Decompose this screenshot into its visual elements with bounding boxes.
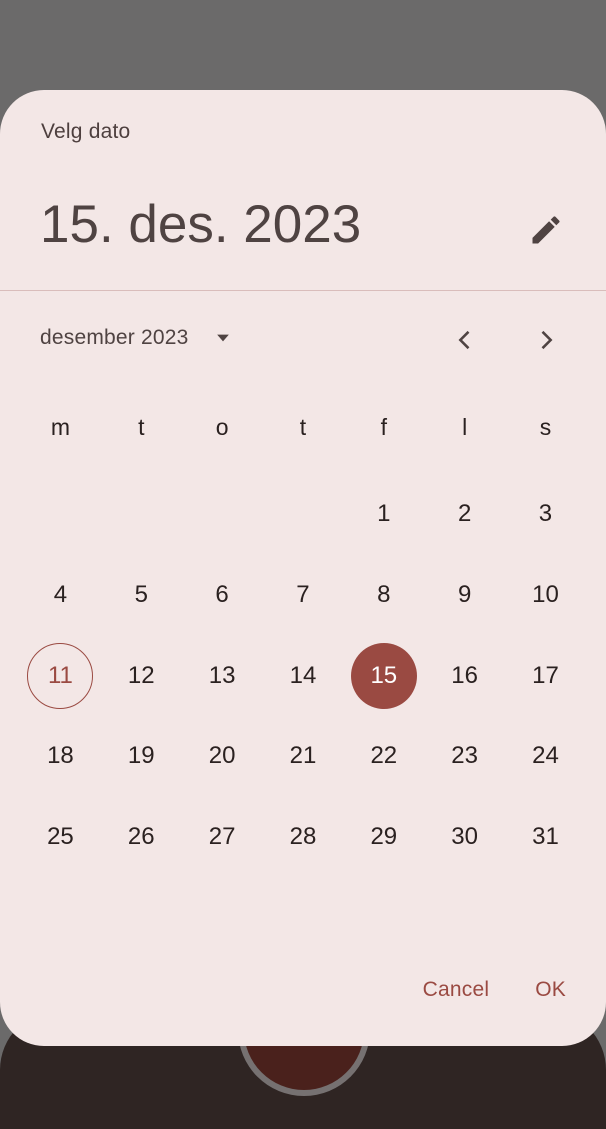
- calendar-cell: [20, 474, 101, 555]
- calendar-day[interactable]: 22: [351, 723, 417, 789]
- calendar-cell: 31: [505, 797, 586, 878]
- calendar-cell: [101, 474, 182, 555]
- calendar-cell: 3: [505, 474, 586, 555]
- calendar-day-grid: 1 2 3 4 5 6 7 8 9 10 11 12 13 14 15 16 17 18 19 20 21 22 23 24 2…: [20, 474, 586, 877]
- calendar-cell: [263, 474, 344, 555]
- calendar-cell: 11: [20, 635, 101, 716]
- calendar-cell: 1: [343, 474, 424, 555]
- calendar-cell: 19: [101, 716, 182, 797]
- pencil-icon: [532, 216, 560, 244]
- calendar-day[interactable]: 25: [27, 804, 93, 870]
- selected-date-headline: 15. des. 2023: [40, 195, 362, 254]
- calendar-day[interactable]: 17: [512, 643, 578, 709]
- calendar-week-row: 25 26 27 28 29 30 31: [20, 797, 586, 878]
- calendar-day[interactable]: 28: [270, 804, 336, 870]
- calendar-week-row: 123: [20, 474, 586, 555]
- calendar-week-row: 11 12 13 14 15 16 17: [20, 635, 586, 716]
- calendar-cell: 20: [182, 716, 263, 797]
- calendar-day[interactable]: 24: [512, 723, 578, 789]
- calendar-cell: 23: [424, 716, 505, 797]
- calendar-day[interactable]: 3: [512, 481, 578, 547]
- calendar-cell: 25: [20, 797, 101, 878]
- calendar-cell: 30: [424, 797, 505, 878]
- calendar-cell: 8: [343, 555, 424, 636]
- cancel-button[interactable]: Cancel: [411, 972, 502, 1008]
- chevron-left-icon: [458, 330, 470, 350]
- calendar-day[interactable]: 20: [189, 723, 255, 789]
- dialog-title: Velg dato: [41, 120, 131, 143]
- calendar-day[interactable]: 21: [270, 723, 336, 789]
- calendar-day[interactable]: 2: [432, 481, 498, 547]
- weekday-label: l: [462, 414, 468, 440]
- calendar-week-row: 4 5 6 7 8 9 10: [20, 555, 586, 636]
- calendar-cell: 5: [101, 555, 182, 636]
- calendar-day[interactable]: 12: [108, 643, 174, 709]
- calendar-day[interactable]: 6: [189, 562, 255, 628]
- calendar-day[interactable]: 10: [512, 562, 578, 628]
- calendar-cell: 6: [182, 555, 263, 636]
- calendar-cell: 16: [424, 635, 505, 716]
- header-divider: [0, 290, 606, 291]
- calendar-day[interactable]: 31: [512, 804, 578, 870]
- calendar-cell: 10: [505, 555, 586, 636]
- calendar-cell: 12: [101, 635, 182, 716]
- calendar-cell: 22: [343, 716, 424, 797]
- date-picker-dialog: Velg dato 15. des. 2023 desember 2023 m …: [0, 90, 606, 1046]
- calendar-cell: 9: [424, 555, 505, 636]
- calendar-cell: 29: [343, 797, 424, 878]
- next-month-button[interactable]: [524, 318, 568, 362]
- month-year-label: desember 2023: [40, 326, 189, 349]
- weekday-label: o: [215, 414, 229, 440]
- calendar-cell: 2: [424, 474, 505, 555]
- weekday-label: m: [50, 414, 70, 440]
- ok-button[interactable]: OK: [523, 972, 578, 1008]
- calendar-day[interactable]: 1: [351, 481, 417, 547]
- calendar-day[interactable]: 19: [108, 723, 174, 789]
- chevron-right-icon: [541, 330, 553, 350]
- calendar-day[interactable]: 23: [432, 723, 498, 789]
- calendar-cell: 21: [263, 716, 344, 797]
- calendar-day[interactable]: 26: [108, 804, 174, 870]
- month-year-selector[interactable]: desember 2023: [40, 318, 233, 358]
- calendar-cell: 13: [182, 635, 263, 716]
- calendar-cell: 26: [101, 797, 182, 878]
- calendar-cell: 27: [182, 797, 263, 878]
- calendar-cell: [182, 474, 263, 555]
- calendar-day[interactable]: 4: [27, 562, 93, 628]
- calendar-day[interactable]: 14: [270, 643, 336, 709]
- calendar-day[interactable]: 16: [432, 643, 498, 709]
- calendar-cell: 28: [263, 797, 344, 878]
- calendar-day-today[interactable]: 11: [27, 642, 94, 709]
- calendar-day-selected[interactable]: 15: [350, 642, 417, 709]
- calendar-day[interactable]: 29: [351, 804, 417, 870]
- weekday-header-row: m t o t f l s: [20, 410, 586, 444]
- calendar-day[interactable]: 30: [432, 804, 498, 870]
- weekday-label: s: [539, 414, 552, 440]
- calendar-day[interactable]: 13: [189, 643, 255, 709]
- calendar-cell: 14: [263, 635, 344, 716]
- calendar-day[interactable]: 8: [351, 562, 417, 628]
- calendar-cell: 15: [343, 635, 424, 716]
- calendar-day[interactable]: 9: [432, 562, 498, 628]
- calendar-cell: 17: [505, 635, 586, 716]
- calendar-cell: 4: [20, 555, 101, 636]
- weekday-label: t: [299, 414, 307, 440]
- previous-month-button[interactable]: [443, 318, 487, 362]
- calendar-week-row: 18 19 20 21 22 23 24: [20, 716, 586, 797]
- caret-down-icon: [213, 328, 233, 348]
- calendar-day[interactable]: 7: [270, 562, 336, 628]
- weekday-label: f: [380, 414, 387, 440]
- calendar-day[interactable]: 5: [108, 562, 174, 628]
- calendar-day[interactable]: 18: [27, 723, 93, 789]
- dialog-actions: Cancel OK: [411, 972, 578, 1008]
- edit-date-button[interactable]: [516, 200, 576, 260]
- weekday-label: t: [138, 414, 145, 440]
- calendar-cell: 18: [20, 716, 101, 797]
- calendar-day[interactable]: 27: [189, 804, 255, 870]
- calendar-cell: 24: [505, 716, 586, 797]
- calendar-cell: 7: [263, 555, 344, 636]
